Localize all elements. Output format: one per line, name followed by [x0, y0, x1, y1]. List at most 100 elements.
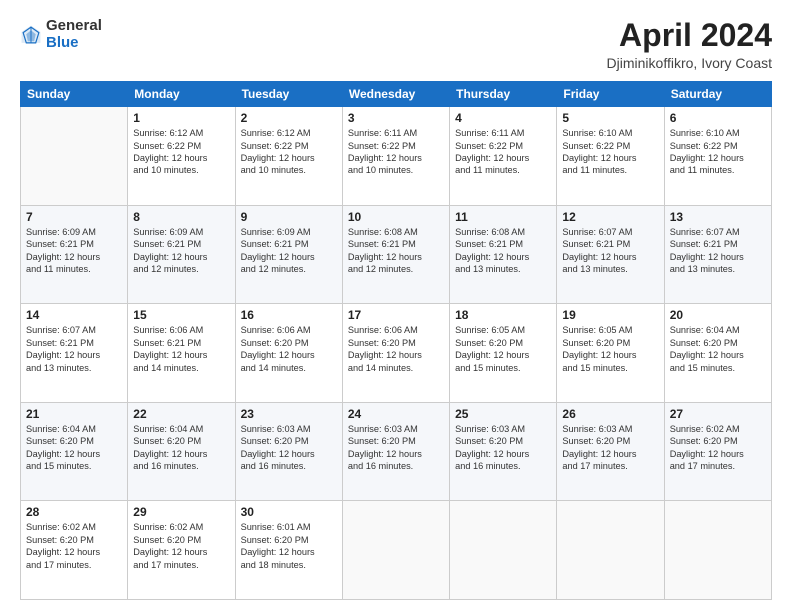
calendar-week-row: 7 Sunrise: 6:09 AM Sunset: 6:21 PM Daylig… — [21, 205, 772, 304]
day-info: Sunrise: 6:01 AM Sunset: 6:20 PM Dayligh… — [241, 521, 337, 571]
calendar-cell — [450, 501, 557, 600]
day-number: 3 — [348, 111, 444, 125]
calendar-week-row: 28 Sunrise: 6:02 AM Sunset: 6:20 PM Dayli… — [21, 501, 772, 600]
logo-general: General — [46, 18, 102, 35]
day-info: Sunrise: 6:03 AM Sunset: 6:20 PM Dayligh… — [241, 423, 337, 473]
calendar-cell: 23 Sunrise: 6:03 AM Sunset: 6:20 PM Dayli… — [235, 402, 342, 501]
calendar-cell: 28 Sunrise: 6:02 AM Sunset: 6:20 PM Dayli… — [21, 501, 128, 600]
day-number: 9 — [241, 210, 337, 224]
day-number: 18 — [455, 308, 551, 322]
day-number: 12 — [562, 210, 658, 224]
day-info: Sunrise: 6:12 AM Sunset: 6:22 PM Dayligh… — [241, 127, 337, 177]
logo-icon — [20, 24, 42, 46]
day-info: Sunrise: 6:07 AM Sunset: 6:21 PM Dayligh… — [670, 226, 766, 276]
day-number: 8 — [133, 210, 229, 224]
day-info: Sunrise: 6:03 AM Sunset: 6:20 PM Dayligh… — [455, 423, 551, 473]
calendar-cell: 6 Sunrise: 6:10 AM Sunset: 6:22 PM Daylig… — [664, 107, 771, 206]
day-number: 21 — [26, 407, 122, 421]
calendar-cell: 30 Sunrise: 6:01 AM Sunset: 6:20 PM Dayli… — [235, 501, 342, 600]
day-info: Sunrise: 6:02 AM Sunset: 6:20 PM Dayligh… — [670, 423, 766, 473]
day-number: 26 — [562, 407, 658, 421]
day-number: 29 — [133, 505, 229, 519]
day-info: Sunrise: 6:03 AM Sunset: 6:20 PM Dayligh… — [562, 423, 658, 473]
logo: General Blue — [20, 18, 102, 51]
calendar-cell: 3 Sunrise: 6:11 AM Sunset: 6:22 PM Daylig… — [342, 107, 449, 206]
weekday-header: Saturday — [664, 82, 771, 107]
day-number: 11 — [455, 210, 551, 224]
day-number: 23 — [241, 407, 337, 421]
calendar-cell: 5 Sunrise: 6:10 AM Sunset: 6:22 PM Daylig… — [557, 107, 664, 206]
day-number: 6 — [670, 111, 766, 125]
day-info: Sunrise: 6:09 AM Sunset: 6:21 PM Dayligh… — [133, 226, 229, 276]
weekday-header: Thursday — [450, 82, 557, 107]
calendar-week-row: 1 Sunrise: 6:12 AM Sunset: 6:22 PM Daylig… — [21, 107, 772, 206]
day-number: 16 — [241, 308, 337, 322]
calendar-cell: 26 Sunrise: 6:03 AM Sunset: 6:20 PM Dayli… — [557, 402, 664, 501]
logo-text: General Blue — [46, 18, 102, 51]
day-number: 19 — [562, 308, 658, 322]
page: General Blue April 2024 Djiminikoffikro,… — [0, 0, 792, 612]
calendar-cell: 18 Sunrise: 6:05 AM Sunset: 6:20 PM Dayli… — [450, 304, 557, 403]
day-number: 24 — [348, 407, 444, 421]
day-info: Sunrise: 6:10 AM Sunset: 6:22 PM Dayligh… — [562, 127, 658, 177]
day-info: Sunrise: 6:04 AM Sunset: 6:20 PM Dayligh… — [133, 423, 229, 473]
day-info: Sunrise: 6:03 AM Sunset: 6:20 PM Dayligh… — [348, 423, 444, 473]
logo-blue: Blue — [46, 35, 102, 52]
day-info: Sunrise: 6:04 AM Sunset: 6:20 PM Dayligh… — [670, 324, 766, 374]
calendar-cell: 15Sunrise: 6:06 AM Sunset: 6:21 PM Dayli… — [128, 304, 235, 403]
day-info: Sunrise: 6:02 AM Sunset: 6:20 PM Dayligh… — [133, 521, 229, 571]
calendar-cell: 11 Sunrise: 6:08 AM Sunset: 6:21 PM Dayli… — [450, 205, 557, 304]
day-number: 17 — [348, 308, 444, 322]
month-title: April 2024 — [607, 18, 772, 53]
day-info: Sunrise: 6:08 AM Sunset: 6:21 PM Dayligh… — [455, 226, 551, 276]
calendar-cell: 20Sunrise: 6:04 AM Sunset: 6:20 PM Dayli… — [664, 304, 771, 403]
day-info: Sunrise: 6:06 AM Sunset: 6:20 PM Dayligh… — [241, 324, 337, 374]
calendar-week-row: 21 Sunrise: 6:04 AM Sunset: 6:20 PM Dayli… — [21, 402, 772, 501]
day-info: Sunrise: 6:05 AM Sunset: 6:20 PM Dayligh… — [562, 324, 658, 374]
day-number: 28 — [26, 505, 122, 519]
day-info: Sunrise: 6:02 AM Sunset: 6:20 PM Dayligh… — [26, 521, 122, 571]
calendar-cell: 14 Sunrise: 6:07 AM Sunset: 6:21 PM Dayli… — [21, 304, 128, 403]
day-number: 22 — [133, 407, 229, 421]
day-number: 1 — [133, 111, 229, 125]
calendar-cell: 17Sunrise: 6:06 AM Sunset: 6:20 PM Dayli… — [342, 304, 449, 403]
calendar-cell: 22 Sunrise: 6:04 AM Sunset: 6:20 PM Dayli… — [128, 402, 235, 501]
calendar-cell: 25 Sunrise: 6:03 AM Sunset: 6:20 PM Dayli… — [450, 402, 557, 501]
weekday-header: Monday — [128, 82, 235, 107]
location: Djiminikoffikro, Ivory Coast — [607, 55, 772, 71]
day-info: Sunrise: 6:09 AM Sunset: 6:21 PM Dayligh… — [26, 226, 122, 276]
day-number: 14 — [26, 308, 122, 322]
calendar-header: SundayMondayTuesdayWednesdayThursdayFrid… — [21, 82, 772, 107]
calendar-cell: 29 Sunrise: 6:02 AM Sunset: 6:20 PM Dayli… — [128, 501, 235, 600]
calendar-cell: 24 Sunrise: 6:03 AM Sunset: 6:20 PM Dayli… — [342, 402, 449, 501]
calendar-cell: 19 Sunrise: 6:05 AM Sunset: 6:20 PM Dayli… — [557, 304, 664, 403]
weekday-header: Friday — [557, 82, 664, 107]
calendar-cell: 21 Sunrise: 6:04 AM Sunset: 6:20 PM Dayli… — [21, 402, 128, 501]
calendar-cell: 8 Sunrise: 6:09 AM Sunset: 6:21 PM Daylig… — [128, 205, 235, 304]
day-number: 25 — [455, 407, 551, 421]
header: General Blue April 2024 Djiminikoffikro,… — [20, 18, 772, 71]
day-number: 7 — [26, 210, 122, 224]
calendar-cell — [21, 107, 128, 206]
day-info: Sunrise: 6:10 AM Sunset: 6:22 PM Dayligh… — [670, 127, 766, 177]
calendar-cell: 16 Sunrise: 6:06 AM Sunset: 6:20 PM Dayli… — [235, 304, 342, 403]
day-info: Sunrise: 6:07 AM Sunset: 6:21 PM Dayligh… — [26, 324, 122, 374]
weekday-header: Sunday — [21, 82, 128, 107]
day-number: 30 — [241, 505, 337, 519]
day-info: Sunrise: 6:05 AM Sunset: 6:20 PM Dayligh… — [455, 324, 551, 374]
day-info: Sunrise: 6:08 AM Sunset: 6:21 PM Dayligh… — [348, 226, 444, 276]
weekday-header: Tuesday — [235, 82, 342, 107]
calendar-week-row: 14 Sunrise: 6:07 AM Sunset: 6:21 PM Dayli… — [21, 304, 772, 403]
day-number: 4 — [455, 111, 551, 125]
day-number: 5 — [562, 111, 658, 125]
calendar-cell: 12Sunrise: 6:07 AM Sunset: 6:21 PM Dayli… — [557, 205, 664, 304]
weekday-row: SundayMondayTuesdayWednesdayThursdayFrid… — [21, 82, 772, 107]
calendar-cell: 13Sunrise: 6:07 AM Sunset: 6:21 PM Dayli… — [664, 205, 771, 304]
day-info: Sunrise: 6:11 AM Sunset: 6:22 PM Dayligh… — [455, 127, 551, 177]
day-info: Sunrise: 6:11 AM Sunset: 6:22 PM Dayligh… — [348, 127, 444, 177]
day-info: Sunrise: 6:04 AM Sunset: 6:20 PM Dayligh… — [26, 423, 122, 473]
day-number: 2 — [241, 111, 337, 125]
day-number: 10 — [348, 210, 444, 224]
calendar-body: 1 Sunrise: 6:12 AM Sunset: 6:22 PM Daylig… — [21, 107, 772, 600]
calendar-cell — [557, 501, 664, 600]
